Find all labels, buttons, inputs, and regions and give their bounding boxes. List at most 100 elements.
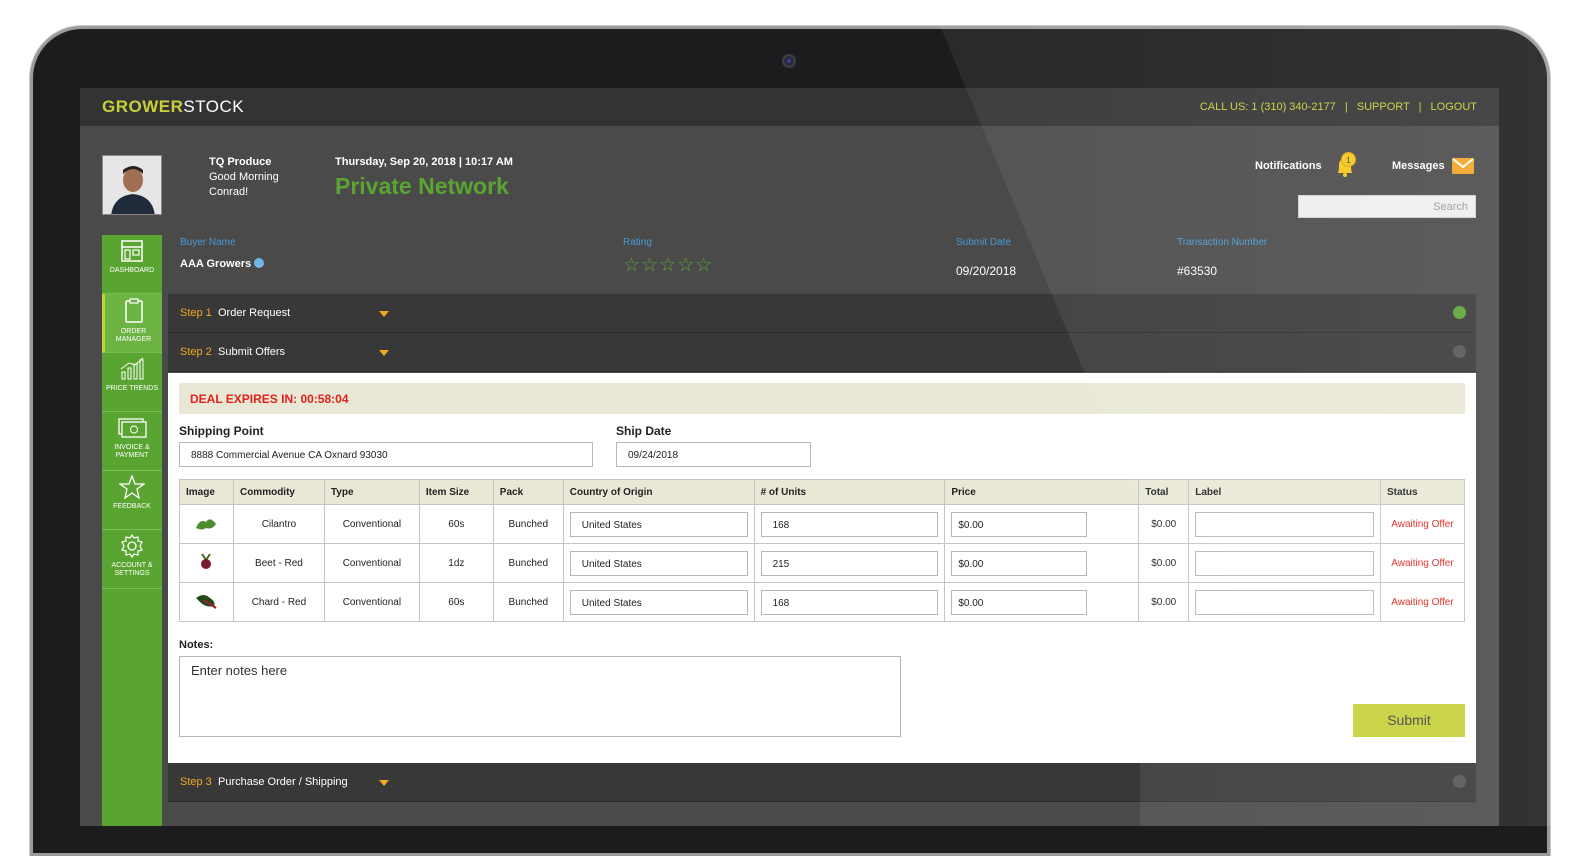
buyer-name-text: AAA Growers — [180, 258, 252, 270]
commodity-cell: Beet - Red — [232, 543, 325, 583]
messages-link[interactable]: Messages — [1392, 160, 1445, 172]
dashboard-icon — [121, 240, 143, 262]
chard-icon — [179, 582, 234, 622]
units-input[interactable]: 168 — [760, 511, 939, 537]
separator: | — [1344, 101, 1348, 113]
top-links: CALL US: 1 (310) 340-2177 | SUPPORT | LO… — [1194, 101, 1477, 113]
label-input[interactable] — [1195, 550, 1374, 576]
step-title: Submit Offers — [218, 346, 286, 358]
column-header: Country of Origin — [562, 479, 755, 505]
units-input[interactable]: 168 — [760, 589, 939, 615]
price-cell: $0.00 — [944, 504, 1140, 544]
total-cell: $0.00 — [1138, 504, 1190, 544]
units-input[interactable]: 215 — [760, 550, 939, 576]
search-input[interactable]: Search — [1298, 195, 1476, 218]
column-header: Status — [1379, 479, 1466, 505]
support-link[interactable]: SUPPORT — [1357, 101, 1410, 113]
step-status-indicator — [1453, 775, 1466, 788]
step-2-header[interactable]: Step 2 Submit Offers — [168, 333, 1476, 372]
column-header: # of Units — [753, 479, 946, 505]
country-of-origin-input[interactable]: United States — [569, 550, 748, 576]
units-cell: 168 — [753, 504, 946, 544]
chart-icon — [120, 357, 144, 380]
separator: | — [1418, 101, 1422, 113]
user-first-name: Conrad! — [209, 186, 249, 198]
verified-icon — [254, 258, 265, 268]
type-cell: Conventional — [323, 543, 420, 583]
deal-expires-banner: DEAL EXPIRES IN: 00:58:04 — [179, 383, 1465, 414]
country-of-origin-input[interactable]: United States — [569, 511, 748, 537]
price-input[interactable]: $0.00 — [951, 511, 1088, 537]
label-input[interactable] — [1195, 589, 1374, 615]
submit-date-value: 09/20/2018 — [956, 264, 1017, 278]
ship-date-field[interactable]: 09/24/2018 — [616, 442, 811, 467]
shipping-point-field[interactable]: 8888 Commercial Avenue CA Oxnard 93030 — [179, 442, 593, 467]
chevron-down-icon[interactable] — [379, 311, 389, 317]
gear-icon — [121, 534, 143, 558]
sidebar-item-invoice-payment[interactable]: INVOICE & PAYMENT — [102, 412, 162, 471]
company-name: TQ Produce — [209, 156, 272, 168]
type-cell: Conventional — [323, 582, 420, 622]
growerstock-logo[interactable]: GROWERSTOCK — [102, 97, 244, 117]
step-title: Order Request — [218, 307, 291, 319]
notifications-link[interactable]: Notifications — [1255, 160, 1322, 172]
chevron-down-icon[interactable] — [379, 350, 389, 356]
step-3-header[interactable]: Step 3 Purchase Order / Shipping — [168, 763, 1476, 802]
chevron-down-icon[interactable] — [379, 780, 389, 786]
bell-icon[interactable]: 1 — [1334, 152, 1356, 180]
step-status-indicator — [1453, 345, 1466, 358]
current-datetime: Thursday, Sep 20, 2018 | 10:17 AM — [335, 156, 513, 168]
submit-date-label: Submit Date — [956, 237, 1012, 248]
ship-date-label: Ship Date — [616, 424, 672, 438]
submit-button[interactable]: Submit — [1353, 704, 1465, 737]
submit-offers-panel: DEAL EXPIRES IN: 00:58:04 Shipping Point… — [168, 373, 1476, 763]
star-icon — [119, 475, 145, 499]
logo-bold: GROWER — [102, 97, 184, 116]
sidebar-item-account-settings[interactable]: ACCOUNT & SETTINGS — [102, 530, 162, 589]
sidebar-item-order-manager[interactable]: ORDER MANAGER — [102, 294, 162, 353]
step-1-header[interactable]: Step 1 Order Request — [168, 294, 1476, 333]
rating-stars: ☆☆☆☆☆ — [623, 255, 714, 276]
pack-cell: Bunched — [492, 504, 564, 544]
webcam-icon — [782, 54, 796, 68]
network-title: Private Network — [335, 173, 509, 199]
shipping-point-label: Shipping Point — [179, 424, 264, 438]
step-number: Step 2 — [180, 346, 212, 358]
top-bar: GROWERSTOCK CALL US: 1 (310) 340-2177 | … — [80, 88, 1499, 126]
column-header: Image — [179, 479, 234, 505]
country-of-origin-input[interactable]: United States — [569, 589, 748, 615]
total-cell: $0.00 — [1138, 582, 1190, 622]
logo-light: STOCK — [183, 97, 245, 116]
call-us-link[interactable]: CALL US: 1 (310) 340-2177 — [1200, 101, 1336, 113]
status-cell: Awaiting Offer — [1379, 504, 1466, 544]
transaction-number-value: #63530 — [1177, 264, 1218, 278]
column-header: Total — [1138, 479, 1190, 505]
column-header: Pack — [492, 479, 564, 505]
sidebar-item-feedback[interactable]: FEEDBACK — [102, 471, 162, 530]
clipboard-icon — [124, 298, 143, 323]
label-input[interactable] — [1195, 511, 1374, 537]
notification-count-badge: 1 — [1341, 152, 1356, 167]
avatar[interactable] — [102, 155, 162, 215]
notes-textarea[interactable]: Enter notes here — [179, 656, 901, 737]
step-number: Step 1 — [180, 307, 212, 319]
user-greeting: TQ Produce Good Morning Conrad! — [209, 155, 279, 200]
logout-link[interactable]: LOGOUT — [1431, 101, 1477, 113]
buyer-name-label: Buyer Name — [180, 237, 236, 248]
mail-icon[interactable] — [1452, 158, 1474, 179]
pack-cell: Bunched — [492, 582, 564, 622]
type-cell: Conventional — [323, 504, 420, 544]
total-cell: $0.00 — [1138, 543, 1190, 583]
table-row: Cilantro Conventional 60s Bunched United… — [179, 504, 1466, 544]
column-header: Price — [944, 479, 1140, 505]
app-screen: GROWERSTOCK CALL US: 1 (310) 340-2177 | … — [80, 88, 1499, 826]
price-input[interactable]: $0.00 — [951, 550, 1088, 576]
greeting-line: Good Morning — [209, 171, 279, 183]
sidebar-item-dashboard[interactable]: DASHBOARD — [102, 235, 162, 294]
notes-label: Notes: — [179, 639, 214, 651]
sidebar-item-price-trends[interactable]: PRICE TRENDS — [102, 353, 162, 412]
price-input[interactable]: $0.00 — [951, 589, 1088, 615]
column-header: Label — [1188, 479, 1381, 505]
table-row: Chard - Red Conventional 60s Bunched Uni… — [179, 582, 1466, 622]
commodity-cell: Cilantro — [232, 504, 325, 544]
